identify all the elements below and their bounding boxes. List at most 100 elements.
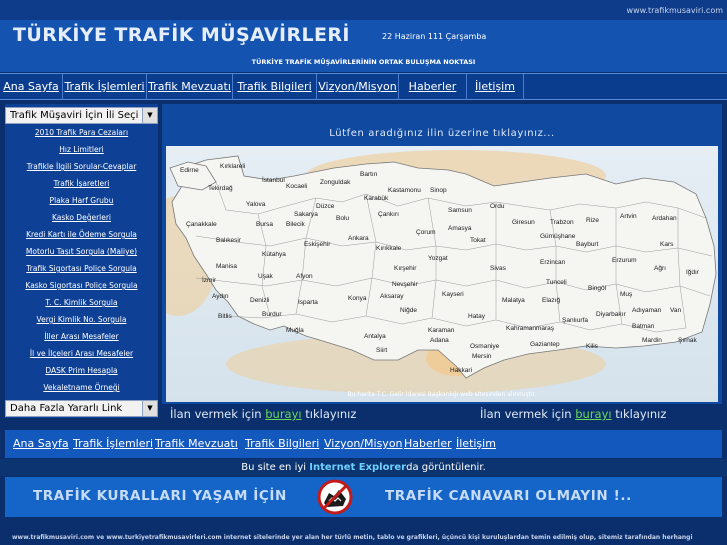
sidebar-link-credit-card[interactable]: Kredi Kartı ile Ödeme Sorgula	[5, 230, 158, 239]
sidebar-link-casco-insurance[interactable]: Kasko Sigortası Poliçe Sorgula	[5, 281, 158, 290]
sidebar-link-plate-groups[interactable]: Plaka Harf Grubu	[5, 196, 158, 205]
province-label: Tekirdağ	[208, 185, 233, 192]
province-label: Trabzon	[550, 219, 574, 226]
province-label: Edirne	[180, 167, 199, 174]
province-label: Hatay	[468, 313, 486, 320]
nav-traffic-procedures[interactable]: Trafik İşlemleri	[63, 74, 147, 100]
sidebar-link-id-check[interactable]: T. C. Kimlik Sorgula	[5, 298, 158, 307]
province-label: Isparta	[298, 299, 318, 306]
ad-link-right[interactable]: burayı	[575, 407, 611, 421]
province-label: Bursa	[256, 221, 273, 228]
province-label: Ardahan	[652, 215, 677, 222]
sidebar-link-tax-id[interactable]: Vergi Kimlik No. Sorgula	[5, 315, 158, 324]
province-label: Bartın	[360, 171, 378, 178]
sidebar-link-traffic-insurance[interactable]: Trafik Sigortası Poliçe Sorgula	[5, 264, 158, 273]
chevron-down-icon[interactable]: ▼	[142, 401, 157, 416]
ad-prompt-text: tıklayınız	[611, 407, 667, 421]
province-label: Balıkesir	[216, 237, 242, 244]
province-label: Kırklareli	[220, 163, 245, 170]
province-label: Mardin	[642, 337, 662, 344]
nav-traffic-legislation[interactable]: Trafik Mevzuatı	[147, 74, 233, 100]
ad-prompt-text: tıklayınız	[301, 407, 357, 421]
province-label: Hakkari	[450, 367, 472, 374]
nav-vision-mission[interactable]: Vizyon/Misyon	[317, 74, 399, 100]
province-label: Aksaray	[380, 293, 404, 300]
province-label: Şanlıurfa	[562, 317, 588, 324]
province-label: Osmaniye	[470, 343, 500, 350]
province-label: Elazığ	[542, 297, 560, 304]
map-panel: Lütfen aradığınız ilin üzerine tıklayını…	[162, 104, 722, 404]
province-label: Kütahya	[262, 251, 286, 258]
province-label: Adıyaman	[632, 307, 662, 314]
province-label: Çankırı	[378, 211, 399, 218]
province-label: Kahramanmaraş	[506, 325, 555, 332]
province-label: Afyon	[296, 273, 313, 280]
province-select[interactable]: Trafik Müşaviri İçin İli Seçi ▼	[5, 107, 158, 124]
province-label: Antalya	[364, 333, 386, 340]
sidebar-link-fines[interactable]: 2010 Trafik Para Cezaları	[5, 128, 158, 137]
site-tagline: TÜRKİYE TRAFİK MÜŞAVİRLERİNİN ORTAK BULU…	[251, 58, 476, 66]
province-label: Sakarya	[294, 211, 318, 218]
sidebar-link-power-of-attorney[interactable]: Vekaletname Örneği	[5, 383, 158, 392]
province-label: Muğla	[286, 327, 304, 334]
province-label: Ordu	[490, 203, 505, 210]
province-label: Bilecik	[286, 221, 306, 228]
province-label: Bayburt	[576, 241, 599, 248]
chevron-down-icon[interactable]: ▼	[142, 108, 157, 123]
turkey-province-map[interactable]: Edirne Kırklareli İstanbul Tekirdağ Koca…	[166, 146, 718, 402]
province-label: Malatya	[502, 297, 525, 304]
province-label: Düzce	[316, 203, 335, 210]
site-url[interactable]: www.trafikmusaviri.com	[627, 6, 723, 15]
sidebar-link-city-distances[interactable]: İller Arası Mesafeler	[5, 332, 158, 341]
bottom-nav-vision-mission[interactable]: Vizyon/Misyon	[324, 437, 403, 450]
province-label: Sivas	[490, 265, 507, 272]
province-label: Mersin	[472, 353, 492, 360]
bottom-nav-news[interactable]: Haberler	[404, 437, 452, 450]
nav-traffic-info[interactable]: Trafik Bilgileri	[233, 74, 317, 100]
province-label: Kars	[660, 241, 674, 248]
province-label: Kayseri	[442, 291, 464, 298]
province-label: Bolu	[336, 215, 349, 222]
province-label: Bingöl	[588, 285, 607, 292]
header: TÜRKİYE TRAFİK MÜŞAVİRLERİ 22 Haziran 11…	[0, 20, 727, 72]
province-label: Erzurum	[612, 257, 637, 264]
banner-left-text: TRAFİK KURALLARI YAŞAM İÇİN	[33, 488, 287, 504]
bottom-nav-home[interactable]: Ana Sayfa	[13, 437, 69, 450]
nav-contact[interactable]: İletişim	[467, 74, 524, 100]
province-label: Kırşehir	[394, 265, 417, 272]
bottom-nav-traffic-procedures[interactable]: Trafik İşlemleri	[73, 437, 153, 450]
sidebar-link-vehicle-tax[interactable]: Motorlu Taşıt Sorgula (Maliye)	[5, 247, 158, 256]
nav-news[interactable]: Haberler	[399, 74, 467, 100]
province-label: Erzincan	[540, 259, 566, 266]
ad-prompt-text: İlan vermek için	[170, 407, 266, 421]
sidebar-link-traffic-signs[interactable]: Trafik İşaretleri	[5, 179, 158, 188]
bottom-nav-traffic-info[interactable]: Trafik Bilgileri	[245, 437, 319, 450]
province-label: Çanakkale	[186, 221, 217, 228]
province-label: Karabük	[364, 195, 389, 202]
province-label: Ağrı	[654, 265, 666, 272]
useful-links-select[interactable]: Daha Fazla Yararlı Link ▼	[5, 400, 158, 417]
province-label: Kocaeli	[286, 183, 307, 190]
nav-home[interactable]: Ana Sayfa	[0, 74, 63, 100]
sidebar-link-district-distances[interactable]: İl ve İlçeleri Arası Mesafeler	[5, 349, 158, 358]
ad-link-left[interactable]: burayı	[265, 407, 301, 421]
browser-note-text: Bu site en iyi	[241, 462, 310, 473]
bottom-nav-traffic-legislation[interactable]: Trafik Mevzuatı	[155, 437, 238, 450]
sidebar-link-casco-values[interactable]: Kasko Değerleri	[5, 213, 158, 222]
bottom-nav-contact[interactable]: İletişim	[456, 437, 496, 450]
ad-prompt-text: İlan vermek için	[480, 407, 576, 421]
sidebar-link-speed-limits[interactable]: Hız Limitleri	[5, 145, 158, 154]
province-label: Manisa	[216, 263, 237, 270]
sidebar-link-dask[interactable]: DASK Prim Hesapla	[5, 366, 158, 375]
province-label: Nevşehir	[392, 281, 418, 288]
province-label: Samsun	[448, 207, 472, 214]
province-label: Batman	[632, 323, 655, 330]
province-label: Zonguldak	[320, 179, 351, 186]
safety-banner: TRAFİK KURALLARI YAŞAM İÇİN TRAFİK CANAV…	[5, 477, 722, 517]
sidebar-link-qa[interactable]: Trafikle İlgili Sorular-Cevaplar	[5, 162, 158, 171]
province-label: Siirt	[376, 347, 387, 354]
province-label: Denizli	[250, 297, 270, 304]
province-label: Muş	[620, 291, 633, 298]
province-label: Rize	[586, 217, 599, 224]
province-label: Gümüşhane	[540, 233, 576, 240]
